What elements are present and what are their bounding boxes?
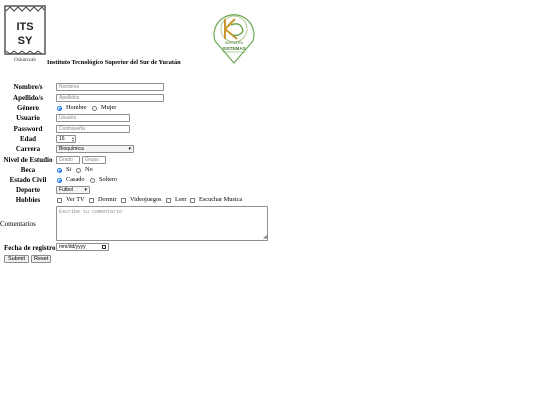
beca-si-option[interactable]: Si bbox=[57, 166, 71, 174]
institution-title: Instituto Tecnológico Superior del Sur d… bbox=[47, 59, 181, 66]
nombre-label: Nombre/s bbox=[13, 83, 43, 91]
deporte-selected-value: Futbol bbox=[59, 187, 73, 193]
fecha-date-input[interactable]: mm/dd/yyyy bbox=[56, 243, 109, 251]
estado-soltero-option[interactable]: Soltero bbox=[90, 176, 117, 184]
usuario-label: Usuario bbox=[16, 114, 40, 122]
carrera-select[interactable]: Bioquímica ▾ bbox=[56, 145, 134, 153]
chevron-down-icon: ▾ bbox=[84, 187, 87, 193]
genero-hombre-radio[interactable] bbox=[57, 105, 62, 111]
edad-spinner-icon[interactable]: ▴ ▾ bbox=[72, 136, 74, 143]
hobbies-label: Hobbies bbox=[15, 196, 41, 204]
edad-number-input[interactable]: 16 ▴ ▾ bbox=[56, 135, 76, 143]
genero-mujer-label: Mujer bbox=[101, 104, 117, 111]
hobby-musica-label: Escuchar Musica bbox=[199, 196, 243, 203]
hobby-dormir-label: Dormir bbox=[98, 196, 117, 203]
beca-no-label: No bbox=[85, 166, 93, 173]
beca-label: Beca bbox=[20, 166, 36, 174]
estado-casado-label: Casado bbox=[66, 176, 85, 183]
genero-label: Género bbox=[16, 104, 40, 112]
hobby-musica-checkbox[interactable] bbox=[190, 197, 195, 203]
hobby-videojuegos-label: Videojuegos bbox=[130, 196, 162, 203]
password-label: Password bbox=[13, 125, 43, 133]
estado-casado-radio[interactable] bbox=[57, 177, 62, 183]
genero-mujer-option[interactable]: Mujer bbox=[92, 104, 116, 112]
estado-casado-option[interactable]: Casado bbox=[57, 176, 85, 184]
estado-civil-label: Estado Civil bbox=[9, 176, 47, 184]
fecha-placeholder: mm/dd/yyyy bbox=[59, 244, 86, 250]
estado-soltero-radio[interactable] bbox=[90, 177, 95, 183]
resize-grip-icon[interactable]: ◢ bbox=[263, 234, 267, 240]
calendar-icon[interactable] bbox=[102, 245, 106, 249]
hobby-vertv-option[interactable]: Ver TV bbox=[57, 196, 85, 204]
beca-si-label: Si bbox=[66, 166, 72, 173]
usuario-input[interactable] bbox=[56, 114, 130, 122]
edad-label: Edad bbox=[20, 135, 36, 143]
apellido-label: Apellido/s bbox=[13, 94, 43, 102]
edad-value: 16 bbox=[59, 136, 65, 142]
hobby-leer-label: Leer bbox=[175, 196, 187, 203]
hobby-leer-option[interactable]: Leer bbox=[166, 196, 187, 204]
ingenieria-sistemas-logo: INGENIERÍA SISTEMAS bbox=[211, 11, 257, 65]
grupo-input[interactable] bbox=[82, 156, 106, 164]
carrera-selected-value: Bioquímica bbox=[59, 146, 84, 152]
hobby-videojuegos-checkbox[interactable] bbox=[121, 197, 126, 203]
apellido-input[interactable] bbox=[56, 94, 164, 102]
comentarios-label: Comentarios bbox=[0, 220, 36, 228]
genero-mujer-radio[interactable] bbox=[92, 105, 97, 111]
logo-its-text: ITS bbox=[16, 21, 33, 33]
chevron-down-icon: ▾ bbox=[128, 146, 131, 152]
reset-button[interactable]: Reset bbox=[31, 255, 51, 263]
nombre-input[interactable] bbox=[56, 83, 164, 91]
hobby-dormir-checkbox[interactable] bbox=[89, 197, 94, 203]
carrera-label: Carrera bbox=[15, 145, 41, 153]
hobby-videojuegos-option[interactable]: Videojuegos bbox=[121, 196, 161, 204]
fecha-label: Fecha de registro bbox=[4, 244, 56, 252]
beca-si-radio[interactable] bbox=[57, 167, 62, 173]
hobby-musica-option[interactable]: Escuchar Musica bbox=[190, 196, 242, 204]
grado-input[interactable] bbox=[56, 156, 80, 164]
comentarios-textarea[interactable] bbox=[56, 206, 268, 241]
beca-no-option[interactable]: No bbox=[76, 166, 93, 174]
hobby-dormir-option[interactable]: Dormir bbox=[89, 196, 117, 204]
itssy-logo: ITS SY Oxkutzcab bbox=[4, 5, 46, 63]
nivel-label: Nivel de Estudio bbox=[3, 156, 53, 164]
logo-sy-text: SY bbox=[18, 35, 33, 47]
beca-no-radio[interactable] bbox=[76, 167, 81, 173]
genero-hombre-label: Hombre bbox=[66, 104, 87, 111]
logo2-top-text: INGENIERÍA bbox=[225, 41, 244, 45]
genero-hombre-option[interactable]: Hombre bbox=[57, 104, 87, 112]
password-input[interactable] bbox=[56, 125, 130, 133]
deporte-label: Deporte bbox=[15, 186, 41, 194]
hobby-vertv-label: Ver TV bbox=[66, 196, 85, 203]
deporte-select[interactable]: Futbol ▾ bbox=[56, 186, 90, 194]
logo-sub-text: Oxkutzcab bbox=[14, 58, 36, 63]
hobby-vertv-checkbox[interactable] bbox=[57, 197, 62, 203]
estado-soltero-label: Soltero bbox=[99, 176, 118, 183]
hobby-leer-checkbox[interactable] bbox=[166, 197, 171, 203]
logo2-bottom-text: SISTEMAS bbox=[222, 46, 245, 51]
submit-button[interactable]: Submit bbox=[4, 255, 29, 263]
